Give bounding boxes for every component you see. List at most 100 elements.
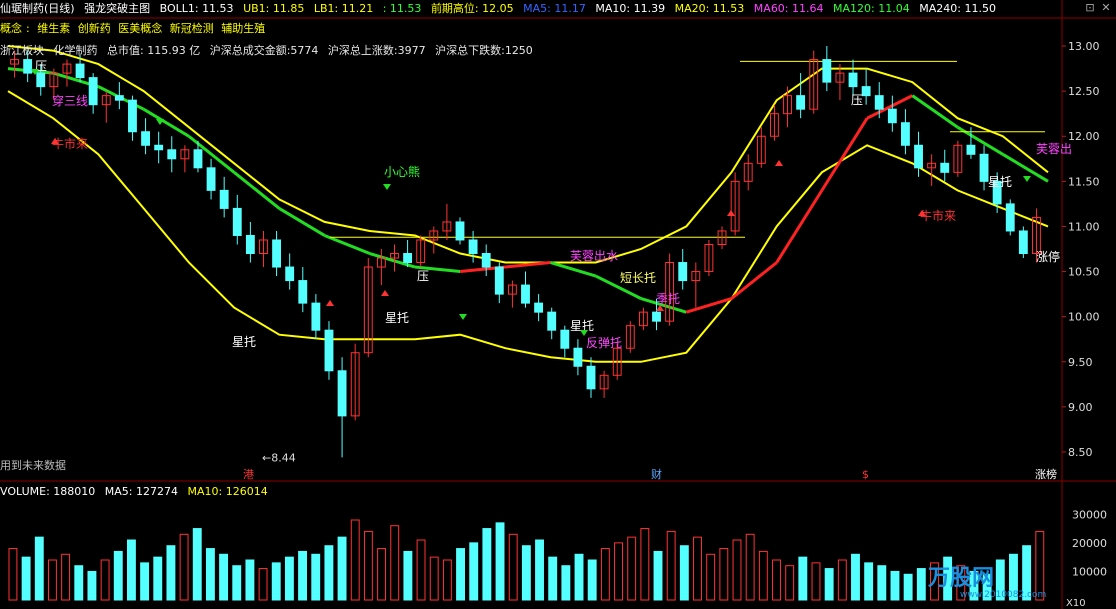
candle-body: [822, 59, 832, 83]
watermark-logo: 万股网: [928, 566, 995, 591]
candle-body: [966, 144, 976, 155]
price-tick-label: 10.00: [1068, 311, 1100, 324]
ub1-value: UB1: 11.85: [243, 2, 305, 15]
volume-bar: [61, 553, 71, 601]
price-tick-label: 10.50: [1068, 266, 1100, 279]
volume-bar: [535, 539, 544, 601]
candle-body: [114, 95, 124, 101]
indicator-header: 仙琚制药(日线) 强龙突破主图 BOLL1: 11.53 UB1: 11.85 …: [0, 0, 1002, 18]
prev-high-value: 前期高位: 12.05: [430, 2, 514, 15]
candle-body: [219, 189, 229, 209]
chart-canvas: 13.00 12.50 12.00 11.50 11.00 10.50 10.00 9.50 9…: [0, 0, 1116, 609]
close-icon[interactable]: ✕: [1100, 2, 1112, 14]
volume-bar: [192, 528, 202, 601]
indicator-name[interactable]: 强龙突破主图: [84, 2, 150, 15]
stock-name[interactable]: 仙琚制药(日线): [0, 2, 75, 15]
down-count: 沪深总下跌数:1250: [435, 44, 533, 57]
concept-item[interactable]: 医美概念: [118, 22, 162, 35]
candle-body: [141, 131, 150, 146]
volume-bar: [179, 533, 189, 601]
concept-item[interactable]: 新冠检测: [170, 22, 214, 35]
volume-bar: [416, 539, 426, 601]
signal-annotation: 压: [417, 269, 429, 283]
volume-bar: [363, 530, 373, 601]
concept-item[interactable]: 维生素: [37, 22, 70, 35]
signal-annotation: 星托: [232, 335, 256, 349]
volume-bar: [903, 573, 913, 601]
candle-body: [311, 302, 321, 331]
volume-bar: [679, 545, 689, 601]
volume-header: VOLUME: 188010 MA5: 127274 MA10: 126014: [0, 485, 274, 498]
volume-bar: [745, 533, 755, 601]
signal-annotation: 压: [851, 93, 863, 107]
candle-body: [1018, 230, 1028, 255]
down-arrow-icon: [383, 184, 391, 190]
signal-annotation: 涨停: [1036, 249, 1060, 264]
volume-bar: [482, 528, 492, 601]
ma10-value: MA10: 11.39: [595, 2, 666, 15]
volume-tick-label: 30000: [1072, 508, 1107, 521]
candle-body: [914, 144, 923, 169]
ma120-value: MA120: 11.04: [833, 2, 910, 15]
candle-body: [206, 167, 216, 191]
candle-body: [272, 239, 282, 268]
volume-bar: [232, 565, 242, 601]
event-tag: 港: [243, 468, 254, 481]
concept-row: 概念: 维生素 创新药 医美概念 新冠检测 辅助生殖: [0, 22, 266, 35]
volume-bar: [837, 559, 847, 601]
signal-annotation: 反弹托: [586, 336, 622, 350]
volume-bar: [74, 565, 84, 601]
volume-bar: [521, 545, 531, 601]
price-tick-label: 12.00: [1068, 130, 1100, 143]
volume-bar: [627, 536, 637, 601]
signal-annotation: 芙蓉出水: [570, 249, 618, 263]
concept-item[interactable]: 创新药: [78, 22, 111, 35]
candle-body: [403, 253, 413, 264]
volume-bar: [666, 530, 676, 601]
volume-bar: [429, 556, 439, 601]
volume-bar: [47, 559, 57, 601]
turnover-value: 沪深总成交金额:5774: [209, 44, 319, 57]
volume-bar: [811, 562, 821, 601]
candle-body: [874, 95, 884, 110]
signal-annotation: 小心熊: [384, 164, 420, 179]
volume-bar: [140, 562, 150, 601]
candle-body: [36, 72, 46, 88]
price-tick-label: 11.50: [1068, 175, 1100, 188]
candle-body: [468, 239, 478, 255]
volume-bar: [442, 559, 452, 601]
volume-ma5: MA5: 127274: [104, 485, 178, 498]
volume-bar: [719, 548, 729, 601]
up-count: 沪深总上涨数:3977: [327, 44, 426, 57]
candle-body: [652, 311, 661, 322]
volume-bar: [508, 533, 518, 601]
up-arrow-icon: [727, 210, 735, 216]
expand-icon[interactable]: ⊡: [1084, 2, 1096, 14]
signal-annotation: 短长托: [620, 271, 656, 285]
volume-bar: [258, 568, 268, 601]
signal-annotation: 芙蓉出: [1036, 142, 1072, 156]
candle-body: [979, 153, 989, 182]
candle-body: [848, 72, 858, 88]
volume-ma10: MA10: 126014: [187, 485, 268, 498]
volume-bar: [772, 559, 781, 601]
candle-body: [167, 149, 177, 160]
volume-bar: [311, 553, 321, 601]
volume-bar: [245, 559, 255, 601]
volume-bar: [890, 570, 900, 601]
candle-body: [547, 311, 557, 331]
up-arrow-icon: [775, 160, 783, 166]
volume-bar: [100, 559, 110, 601]
volume-bar: [298, 550, 308, 601]
signal-annotation: 星托: [988, 175, 1012, 189]
volume-bar: [495, 522, 505, 601]
ma60-value: MA60: 11.64: [753, 2, 824, 15]
ma-line-segment: [820, 117, 869, 192]
price-tick-label: 9.50: [1068, 356, 1093, 369]
volume-bar: [403, 550, 413, 601]
volume-bar: [284, 556, 294, 601]
concept-item[interactable]: 辅助生殖: [221, 22, 265, 35]
industry-label: 化学制药: [53, 44, 98, 57]
volume-bar: [219, 553, 229, 601]
candle-body: [128, 99, 137, 133]
